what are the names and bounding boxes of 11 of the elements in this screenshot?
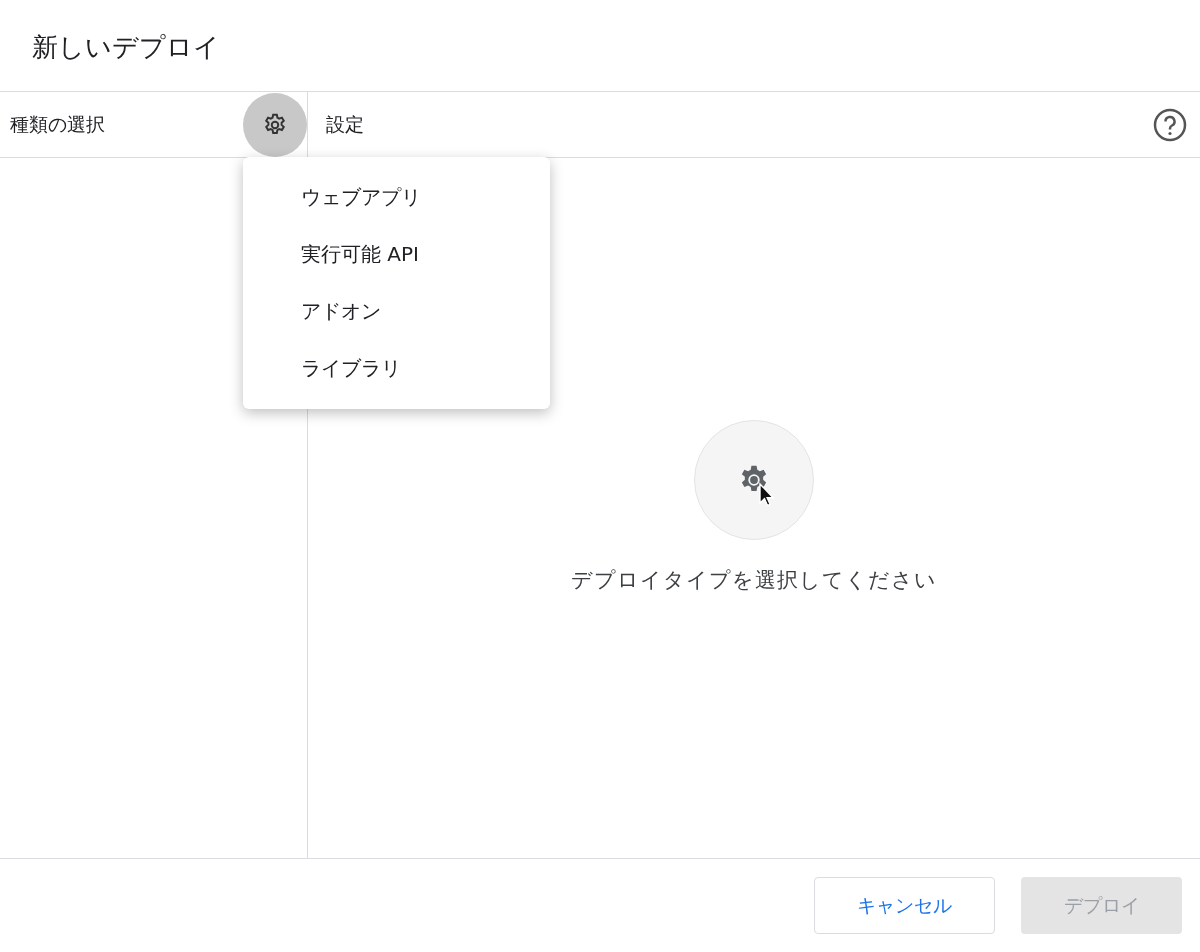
menu-item[interactable]: 実行可能 API [243,226,550,283]
dialog-title: 新しいデプロイ [0,0,1200,92]
panel-header: 種類の選択 [10,111,105,137]
help-icon[interactable] [1153,107,1187,142]
deployment-type-button[interactable] [243,92,307,157]
cancel-button[interactable]: キャンセル [814,877,995,934]
menu-item[interactable]: ウェブアプリ [243,169,550,226]
empty-state-message: デプロイタイプを選択してください [571,567,937,594]
panel-header: 設定 [326,111,364,137]
menu-item[interactable]: アドオン [243,283,550,340]
menu-item[interactable]: ライブラリ [243,340,550,397]
